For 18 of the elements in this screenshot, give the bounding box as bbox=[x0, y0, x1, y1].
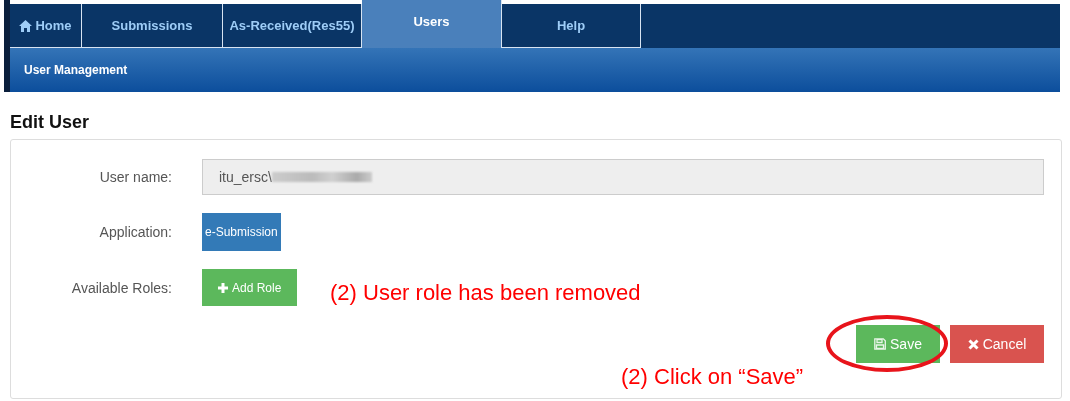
application-tag: e-Submission bbox=[202, 213, 281, 251]
submenu-item[interactable]: User Management bbox=[24, 63, 128, 77]
nav-tab[interactable]: Users bbox=[362, 0, 502, 48]
close-icon bbox=[967, 338, 979, 350]
nav-tab[interactable]: Submissions bbox=[82, 4, 223, 48]
field-label: User name: bbox=[99, 169, 172, 185]
annotation-text: (2) User role has been removed bbox=[330, 280, 641, 306]
plus-icon bbox=[218, 282, 228, 293]
home-icon bbox=[19, 19, 33, 32]
nav-tab[interactable]: Home bbox=[10, 4, 82, 48]
nav-tab[interactable]: Help bbox=[502, 4, 641, 48]
nav-tab[interactable]: As-Received(Res55) bbox=[223, 4, 362, 48]
cancel-button[interactable]: Cancel bbox=[950, 325, 1044, 363]
field-label: Application: bbox=[99, 224, 172, 240]
input-field[interactable]: itu_ersc\ bbox=[202, 159, 1044, 195]
page-heading: Edit User bbox=[10, 112, 90, 133]
field-label: Available Roles: bbox=[71, 279, 172, 296]
annotation-text: (2) Click on “Save” bbox=[621, 364, 804, 390]
